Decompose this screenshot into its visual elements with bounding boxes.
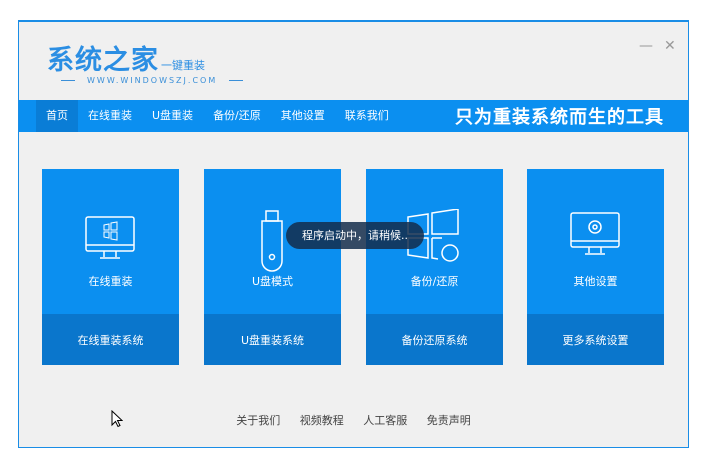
- card-other-settings[interactable]: 其他设置 更多系统设置: [527, 169, 664, 365]
- card-backup-restore[interactable]: 备份/还原 备份还原系统: [366, 169, 503, 365]
- card-title: 其他设置: [573, 275, 618, 288]
- loading-toast: 程序启动中，请稍候..: [286, 222, 424, 249]
- slogan: 只为重装系统而生的工具: [455, 107, 664, 128]
- card-footer[interactable]: U盘重装系统: [204, 314, 341, 365]
- card-title: U盘模式: [251, 275, 294, 288]
- mouse-cursor-icon: [111, 409, 124, 432]
- logo: 系统之家 一键重装 WWW.WINDOWSZJ.COM: [47, 38, 215, 85]
- close-button[interactable]: ✕: [664, 38, 676, 54]
- card-usb-mode[interactable]: U盘模式 U盘重装系统: [204, 169, 341, 365]
- card-title: 备份/还原: [410, 275, 459, 288]
- card-title: 在线重装: [88, 275, 133, 288]
- card-footer[interactable]: 在线重装系统: [42, 314, 179, 365]
- monitor-windows-icon: [85, 216, 135, 259]
- minimize-button[interactable]: —: [639, 38, 653, 54]
- link-about-us[interactable]: 关于我们: [236, 414, 280, 427]
- nav-contact-us[interactable]: 联系我们: [335, 100, 399, 132]
- nav-backup-restore[interactable]: 备份/还原: [203, 100, 271, 132]
- card-footer[interactable]: 备份还原系统: [366, 314, 503, 365]
- logo-url: WWW.WINDOWSZJ.COM: [49, 76, 255, 85]
- monitor-gear-icon: [570, 212, 620, 255]
- link-customer-service[interactable]: 人工客服: [363, 414, 407, 427]
- nav-home[interactable]: 首页: [36, 100, 78, 132]
- link-video-tutorial[interactable]: 视频教程: [300, 414, 344, 427]
- logo-subtitle: 一键重装: [161, 59, 205, 72]
- card-footer[interactable]: 更多系统设置: [527, 314, 664, 365]
- nav-usb-reinstall[interactable]: U盘重装: [142, 100, 203, 132]
- link-disclaimer[interactable]: 免责声明: [427, 414, 471, 427]
- logo-title: 系统之家: [47, 45, 159, 76]
- card-online-reinstall[interactable]: 在线重装 在线重装系统: [42, 169, 179, 365]
- app-window: 系统之家 一键重装 WWW.WINDOWSZJ.COM — ✕ 首页 在线重装 U…: [18, 20, 689, 448]
- nav-other-settings[interactable]: 其他设置: [271, 100, 335, 132]
- nav-bar: 首页 在线重装 U盘重装 备份/还原 其他设置 联系我们 只为重装系统而生的工具: [19, 100, 688, 132]
- nav-online-reinstall[interactable]: 在线重装: [78, 100, 142, 132]
